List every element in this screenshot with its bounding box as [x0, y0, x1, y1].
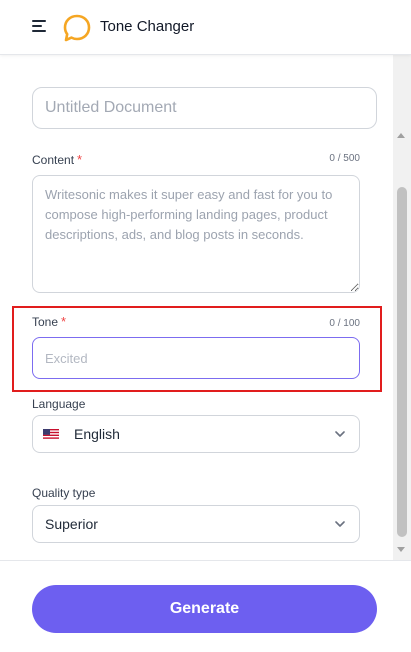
scroll-down-arrow-icon[interactable] — [397, 547, 405, 552]
language-label: Language — [32, 397, 86, 411]
quality-type-select[interactable]: Superior — [32, 505, 360, 543]
scroll-thumb[interactable] — [397, 187, 407, 537]
generate-button[interactable]: Generate — [32, 585, 377, 633]
content-counter: 0 / 500 — [329, 153, 360, 164]
content-label: Content * — [32, 152, 83, 167]
language-select[interactable]: English — [32, 415, 360, 453]
footer-bar: Generate — [0, 560, 411, 652]
chevron-down-icon — [335, 431, 345, 437]
required-mark: * — [61, 314, 67, 329]
us-flag-icon — [43, 428, 59, 440]
app-title: Tone Changer — [100, 18, 195, 35]
form-area: Content* 0 / 500 Tone* 0 / 100 Language … — [0, 55, 393, 560]
tone-counter: 0 / 100 — [329, 318, 360, 329]
quality-type-label: Quality type — [32, 486, 96, 500]
document-title-input[interactable] — [32, 87, 377, 129]
tone-label: Tone * — [32, 314, 67, 329]
tone-input[interactable] — [32, 337, 360, 379]
vertical-scrollbar[interactable] — [393, 55, 411, 560]
chevron-down-icon — [335, 521, 345, 527]
top-bar: Tone Changer — [0, 0, 411, 55]
required-mark: * — [77, 152, 83, 167]
content-textarea[interactable] — [32, 175, 360, 293]
scroll-up-arrow-icon[interactable] — [397, 133, 405, 138]
speech-bubble-logo-icon — [63, 14, 91, 42]
language-value: English — [74, 426, 120, 442]
hamburger-menu-icon[interactable] — [32, 20, 48, 34]
quality-type-value: Superior — [45, 516, 98, 532]
